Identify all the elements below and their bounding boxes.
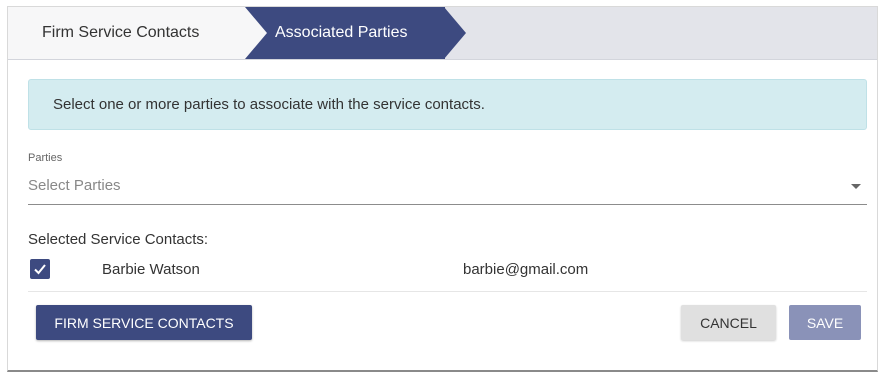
save-button[interactable]: SAVE [789, 305, 861, 340]
contact-email: barbie@gmail.com [463, 261, 589, 278]
associate-parties-dialog: Firm Service Contacts Associated Parties… [7, 6, 878, 372]
info-banner: Select one or more parties to associate … [28, 79, 867, 130]
caret-down-icon[interactable] [851, 184, 861, 189]
parties-placeholder: Select Parties [28, 177, 121, 194]
wizard-step-notch [245, 7, 267, 59]
parties-label: Parties [28, 152, 63, 164]
contact-row: Barbie Watson barbie@gmail.com [28, 256, 867, 292]
contact-checkbox[interactable] [30, 259, 50, 279]
selected-contacts-label: Selected Service Contacts: [28, 231, 209, 248]
wizard-steps: Firm Service Contacts Associated Parties [8, 7, 877, 60]
parties-select[interactable]: Select Parties [28, 173, 867, 205]
firm-service-contacts-button[interactable]: FIRM SERVICE CONTACTS [36, 305, 252, 340]
wizard-step-label: Firm Service Contacts [42, 24, 200, 41]
info-message: Select one or more parties to associate … [53, 96, 485, 113]
check-icon [34, 264, 46, 275]
cancel-button[interactable]: CANCEL [681, 305, 776, 340]
wizard-step-firm-service-contacts[interactable]: Firm Service Contacts [8, 7, 268, 59]
wizard-step-arrow-active [444, 7, 466, 59]
wizard-step-associated-parties[interactable]: Associated Parties [245, 7, 445, 59]
contact-name: Barbie Watson [102, 261, 200, 278]
wizard-step-label: Associated Parties [275, 24, 408, 41]
